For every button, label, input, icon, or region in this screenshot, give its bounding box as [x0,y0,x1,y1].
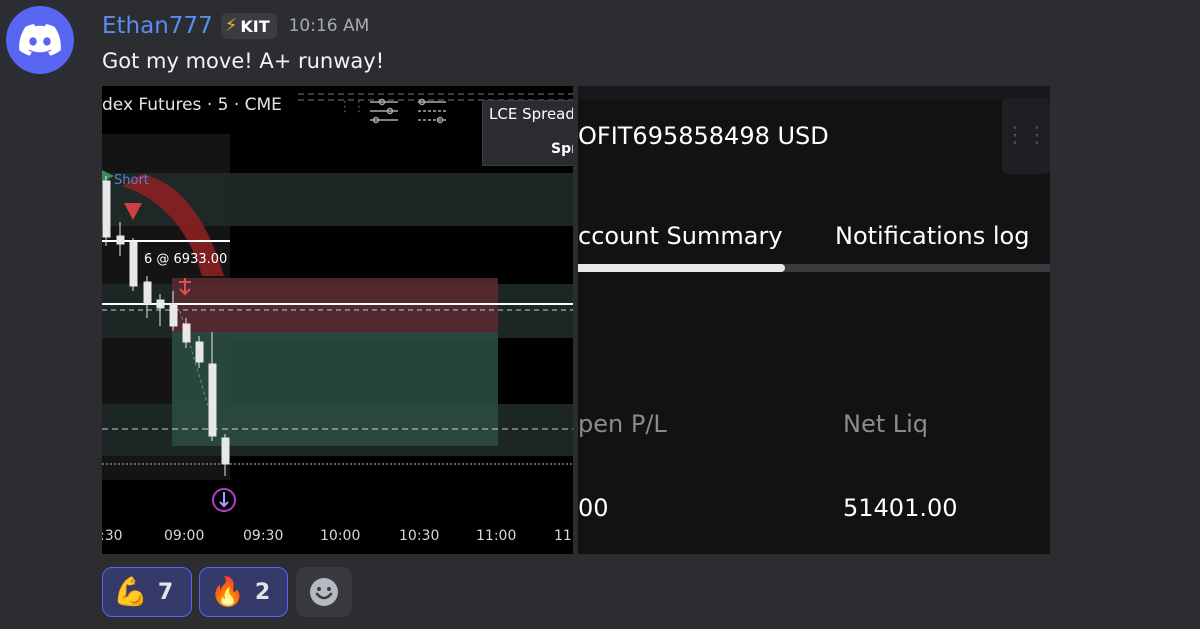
lightning-icon: ⚡ [224,15,238,36]
fire-icon: 🔥 [210,575,245,608]
open-pl-label: pen P/L [578,410,667,438]
discord-logo-icon [19,24,61,56]
time-tick: 11 [554,528,572,544]
reaction-fire[interactable]: 🔥 2 [199,567,288,617]
message-text: Got my move! A+ runway! [102,49,385,73]
username[interactable]: Ethan777 [102,13,213,39]
tab-notifications-log[interactable]: Notifications log [835,222,1029,250]
time-axis: :30 09:00 09:30 10:00 10:30 11:00 11 [102,518,573,554]
role-badge[interactable]: ⚡ KIT [220,13,277,39]
badge-label: KIT [240,16,270,36]
reaction-count: 2 [254,579,271,605]
avatar[interactable] [6,6,74,74]
reaction-count: 7 [157,579,174,605]
time-tick: 09:30 [243,528,284,544]
chart-toolbar[interactable]: ⋮⋮ [330,92,458,136]
time-tick: 10:00 [320,528,361,544]
tab-active-indicator [578,264,785,272]
time-tick: 10:30 [399,528,440,544]
reaction-flexed-biceps[interactable]: 💪 7 [102,567,192,617]
smiley-icon [310,578,338,606]
time-tick: :30 [102,528,123,544]
drag-dots-icon: ⋮⋮ [338,99,366,115]
spread-sub-label: Spr [551,141,573,157]
time-tick: 09:00 [164,528,205,544]
message-header: Ethan777 ⚡ KIT 10:16 AM [102,8,369,44]
spread-label: LCE Spread [489,105,573,123]
net-liq-label: Net Liq [843,410,929,438]
add-reaction-button[interactable] [296,567,352,617]
drag-dots-icon: ⋮⋮ [1004,123,1048,148]
chart-title: dex Futures · 5 · CME [102,95,282,115]
net-liq-value: 51401.00 [843,494,958,522]
account-image-attachment[interactable]: OFIT695858498 USD ⋮⋮ ccount Summary Noti… [578,86,1050,554]
time-tick: 11:00 [476,528,517,544]
account-id: OFIT695858498 USD [578,122,829,150]
chart-image-attachment[interactable]: ⋮⋮ dex Futures · 5 · CME LCE Spread Spr … [102,86,573,554]
short-label: Short [114,173,149,188]
tab-account-summary[interactable]: ccount Summary [578,222,783,250]
fill-label: 6 @ 6933.00 [144,252,228,267]
open-pl-value: 00 [578,494,609,522]
panel-top-bar [578,86,1050,100]
flexed-biceps-icon: 💪 [113,575,148,608]
timestamp[interactable]: 10:16 AM [289,16,370,36]
spread-panel[interactable]: LCE Spread Spr [482,100,573,166]
drag-handle[interactable]: ⋮⋮ [1002,98,1050,174]
